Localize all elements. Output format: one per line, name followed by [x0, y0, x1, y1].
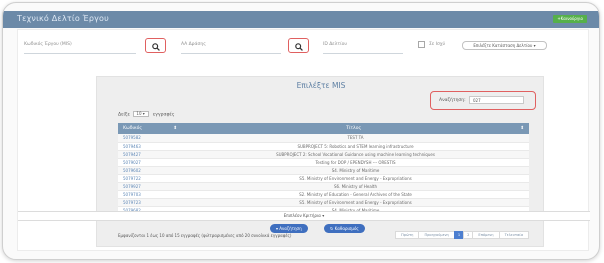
table-search-input[interactable]: [469, 96, 524, 104]
mis-code-input[interactable]: [24, 53, 136, 54]
clear-button[interactable]: ↻ Καθαρισμός: [324, 224, 365, 233]
row-title[interactable]: SUBPROJECT 2: School Vocational Guidance…: [182, 150, 529, 159]
row-title[interactable]: S6. Ministry of Health: [182, 182, 529, 191]
td-id-label: ID Δελτίου: [323, 42, 347, 47]
table-row[interactable]: 5079602 S4. Ministry of Maritime: [118, 166, 529, 175]
col-title-label: Τίτλος: [346, 126, 362, 131]
page-size-control: Δείξε 10 ▾ εγγραφές: [118, 111, 174, 118]
table-row[interactable]: 5079927 S6. Ministry of Health: [118, 182, 529, 191]
col-header-title[interactable]: Τίτλος ⬍: [182, 123, 529, 134]
mis-select-panel: Επιλέξτε MIS Δείξε 10 ▾ εγγραφές Αναζήτη…: [96, 76, 544, 247]
in-process-label: Σε Ισχύ: [429, 42, 446, 47]
table-search-box: Αναζήτηση:: [430, 91, 536, 110]
in-process-checkbox[interactable]: [418, 41, 425, 48]
row-title[interactable]: Testing for DOP / EPENDYSH --- ORESTIS: [182, 158, 529, 167]
row-title[interactable]: S5. Ministry of Environment and Energy -…: [182, 174, 529, 183]
col-header-code[interactable]: Κωδικός ⬍: [118, 123, 182, 134]
window-frame: Τεχνικό Δελτίο Έργου +Καινούργιο Κωδικός…: [2, 2, 600, 260]
caret-down-icon: ▾: [276, 226, 279, 231]
refresh-icon: ↻: [330, 226, 334, 231]
sort-icon: ⬍: [173, 126, 177, 131]
row-code[interactable]: 5079722: [118, 174, 182, 183]
search-icon: [295, 42, 303, 51]
page-title: Τεχνικό Δελτίο Έργου: [17, 14, 109, 23]
show-prefix: Δείξε: [118, 112, 130, 118]
row-title[interactable]: S4. Ministry of Maritime: [182, 166, 529, 175]
caret-down-icon: ▾: [322, 213, 325, 218]
row-code[interactable]: 5079927: [118, 182, 182, 191]
pager-prev[interactable]: Προηγούμενη: [418, 231, 455, 239]
row-code[interactable]: 5079027: [118, 158, 182, 167]
row-title[interactable]: SUBPROJECT 5: Robotics and STEM learning…: [182, 142, 529, 151]
search-button-label: Αναζήτηση: [279, 226, 302, 231]
panel-title: Επιλέξτε MIS: [296, 81, 346, 90]
sort-icon: ⬍: [520, 126, 524, 131]
page-size-value: 10: [136, 111, 142, 116]
row-code[interactable]: 5079463: [118, 142, 182, 151]
caret-down-icon: ▾: [533, 43, 536, 48]
row-code[interactable]: 5079723: [118, 198, 182, 207]
search-button[interactable]: ▾ Αναζήτηση: [270, 224, 308, 233]
table-search-label: Αναζήτηση:: [439, 98, 466, 103]
row-code[interactable]: 5079703: [118, 190, 182, 199]
pager-last[interactable]: Τελευταία: [498, 231, 529, 239]
aa-ops-input[interactable]: [181, 53, 281, 54]
table-row[interactable]: 5079027 Testing for DOP / EPENDYSH --- OR…: [118, 158, 529, 167]
table-header-row: Κωδικός ⬍ Τίτλος ⬍: [118, 123, 529, 134]
search-form-card: Κωδικός Έργου (MIS) ΑΑ Δράσης ID Δελτίου…: [17, 29, 590, 251]
pager-next[interactable]: Επόμενη: [472, 231, 500, 239]
row-title[interactable]: S5. Ministry of Environment and Energy -…: [182, 198, 529, 207]
mis-search-button[interactable]: [145, 38, 166, 53]
row-title[interactable]: TEST TA: [182, 134, 529, 143]
pagination: Πρώτη Προηγούμενη 1 2 Επόμενη Τελευταία: [395, 231, 529, 239]
aa-ops-search-button[interactable]: [288, 38, 309, 53]
page-size-select[interactable]: 10 ▾: [133, 111, 150, 117]
show-suffix: εγγραφές: [152, 112, 175, 118]
td-id-input[interactable]: [323, 53, 403, 54]
state-select[interactable]: Επιλέξτε Κατάσταση Δελτίου ▾: [462, 41, 547, 50]
row-code[interactable]: 5079582: [118, 134, 182, 143]
mis-code-label: Κωδικός Έργου (MIS): [24, 42, 72, 47]
clear-button-label: Καθαρισμός: [334, 226, 359, 231]
table-row[interactable]: 5079703 S2. Ministry of Education - Gener…: [118, 190, 529, 199]
table-row[interactable]: 5079463 SUBPROJECT 5: Robotics and STEM l…: [118, 142, 529, 151]
aa-ops-label: ΑΑ Δράσης: [181, 42, 206, 47]
table-row[interactable]: 5079723 S5. Ministry of Environment and E…: [118, 198, 529, 207]
table-row[interactable]: 5079582 TEST TA: [118, 134, 529, 143]
table-row[interactable]: 5079722 S5. Ministry of Environment and E…: [118, 174, 529, 183]
col-code-label: Κωδικός: [123, 126, 143, 131]
search-icon: [152, 42, 160, 51]
row-code[interactable]: 5079602: [118, 166, 182, 175]
new-button[interactable]: +Καινούργιο: [553, 15, 587, 23]
table-summary: Εμφανίζονται 1 έως 10 από 15 εγγραφές (φ…: [118, 233, 292, 238]
pager-first[interactable]: Πρώτη: [395, 231, 420, 239]
row-code[interactable]: 5079427: [118, 150, 182, 159]
row-title[interactable]: S2. Ministry of Education - General Arch…: [182, 190, 529, 199]
extra-criteria-toggle[interactable]: Επιπλέον Κριτήρια ▾: [18, 211, 590, 221]
table-row[interactable]: 5079427 SUBPROJECT 2: School Vocational G…: [118, 150, 529, 159]
state-select-label: Επιλέξτε Κατάσταση Δελτίου: [473, 43, 533, 48]
mis-table: Κωδικός ⬍ Τίτλος ⬍ 5079582 TEST TA 507946…: [118, 123, 529, 215]
extra-criteria-label: Επιπλέον Κριτήρια: [283, 213, 321, 218]
